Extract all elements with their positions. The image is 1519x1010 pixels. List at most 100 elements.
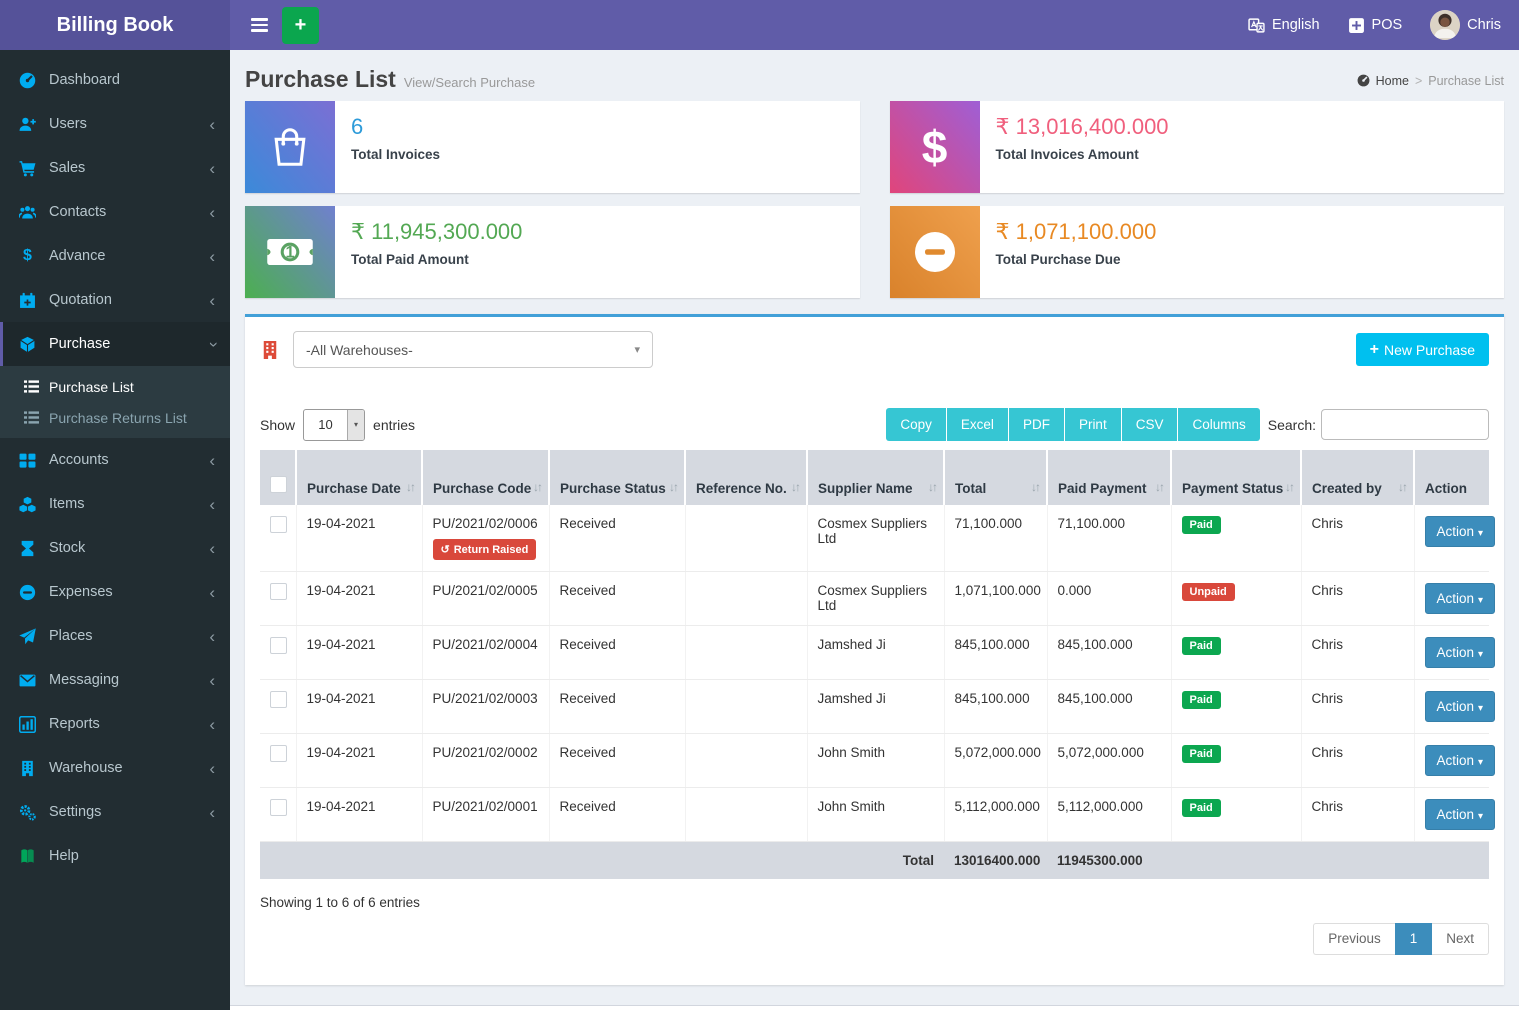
breadcrumb-home[interactable]: Home bbox=[1376, 74, 1409, 88]
sidebar-item-dashboard[interactable]: Dashboard bbox=[0, 58, 230, 102]
sidebar-item-label: Messaging bbox=[49, 672, 119, 688]
chevron-left-icon: ‹ bbox=[209, 584, 215, 601]
sidebar-item-expenses[interactable]: Expenses ‹ bbox=[0, 570, 230, 614]
language-label: English bbox=[1272, 17, 1320, 33]
col-paid-payment[interactable]: Paid Payment↓↑ bbox=[1047, 450, 1171, 505]
chevron-left-icon: ‹ bbox=[209, 804, 215, 821]
action-button[interactable]: Action▾ bbox=[1425, 691, 1496, 722]
action-button[interactable]: Action▾ bbox=[1425, 637, 1496, 668]
action-button[interactable]: Action▾ bbox=[1425, 799, 1496, 830]
columns-button[interactable]: Columns bbox=[1178, 408, 1259, 441]
chevron-left-icon: ‹ bbox=[209, 452, 215, 469]
search-input[interactable] bbox=[1321, 409, 1489, 440]
col-total[interactable]: Total↓↑ bbox=[944, 450, 1047, 505]
col-supplier-name[interactable]: Supplier Name↓↑ bbox=[807, 450, 944, 505]
select-all-checkbox[interactable] bbox=[270, 476, 287, 493]
quick-add-button[interactable]: + bbox=[282, 7, 319, 44]
avatar bbox=[1430, 10, 1460, 40]
cell-reference bbox=[685, 734, 807, 788]
action-button[interactable]: Action▾ bbox=[1425, 516, 1496, 547]
dollar-icon: $ bbox=[19, 247, 36, 265]
excel-button[interactable]: Excel bbox=[947, 408, 1009, 441]
pdf-button[interactable]: PDF bbox=[1009, 408, 1065, 441]
user-plus-icon bbox=[19, 116, 36, 133]
page-size-select[interactable]: 10 ▾ bbox=[303, 409, 365, 441]
sidebar-item-stock[interactable]: Stock ‹ bbox=[0, 526, 230, 570]
col-reference-no[interactable]: Reference No.↓↑ bbox=[685, 450, 807, 505]
previous-page-button[interactable]: Previous bbox=[1313, 923, 1395, 955]
cell-created-by: Chris bbox=[1301, 626, 1414, 680]
row-checkbox[interactable] bbox=[270, 583, 287, 600]
cell-status: Received bbox=[549, 734, 685, 788]
cell-date: 19-04-2021 bbox=[296, 734, 422, 788]
sidebar-item-users[interactable]: Users ‹ bbox=[0, 102, 230, 146]
col-created-by[interactable]: Created by↓↑ bbox=[1301, 450, 1414, 505]
row-checkbox[interactable] bbox=[270, 516, 287, 533]
page-number-button[interactable]: 1 bbox=[1395, 923, 1433, 955]
sidebar-item-accounts[interactable]: Accounts ‹ bbox=[0, 438, 230, 482]
gears-icon bbox=[19, 804, 36, 821]
print-button[interactable]: Print bbox=[1065, 408, 1122, 441]
chevron-down-icon: ‹ bbox=[204, 341, 221, 347]
purchase-submenu: Purchase List Purchase Returns List bbox=[0, 366, 230, 438]
content-header: Purchase List View/Search Purchase Home … bbox=[230, 50, 1519, 101]
col-purchase-date[interactable]: Purchase Date↓↑ bbox=[296, 450, 422, 505]
sort-icon: ↓↑ bbox=[1285, 480, 1293, 494]
sidebar-item-items[interactable]: Items ‹ bbox=[0, 482, 230, 526]
row-checkbox[interactable] bbox=[270, 637, 287, 654]
language-menu[interactable]: English bbox=[1248, 17, 1320, 34]
sidebar-item-sales[interactable]: Sales ‹ bbox=[0, 146, 230, 190]
sidebar-item-purchase[interactable]: Purchase ‹ bbox=[0, 322, 230, 366]
stat-label: Total Invoices bbox=[351, 147, 440, 162]
footer-paid-sum: 11945300.000 bbox=[1047, 842, 1171, 879]
action-button[interactable]: Action▾ bbox=[1425, 583, 1496, 614]
col-payment-status[interactable]: Payment Status↓↑ bbox=[1171, 450, 1301, 505]
row-checkbox[interactable] bbox=[270, 799, 287, 816]
sidebar-item-help[interactable]: Help bbox=[0, 834, 230, 878]
table-row: 19-04-2021 PU/2021/02/0005 Received Cosm… bbox=[260, 572, 1489, 626]
sidebar-item-settings[interactable]: Settings ‹ bbox=[0, 790, 230, 834]
warehouse-icon bbox=[260, 340, 280, 360]
sidebar-item-label: Purchase bbox=[49, 336, 110, 352]
user-menu[interactable]: Chris bbox=[1430, 10, 1501, 40]
stat-cards: 6 Total Invoices $ ₹ 13,016,400.000 Tota… bbox=[230, 101, 1519, 298]
col-purchase-code[interactable]: Purchase Code↓↑ bbox=[422, 450, 549, 505]
sidebar-item-places[interactable]: Places ‹ bbox=[0, 614, 230, 658]
sidebar-toggle-icon[interactable] bbox=[242, 0, 276, 50]
table-summary: Showing 1 to 6 of 6 entries bbox=[260, 895, 1489, 910]
action-button[interactable]: Action▾ bbox=[1425, 745, 1496, 776]
cell-date: 19-04-2021 bbox=[296, 788, 422, 842]
money-bill-icon: 1 bbox=[245, 206, 335, 298]
stat-value: 6 bbox=[351, 114, 440, 140]
sidebar-item-purchase-list[interactable]: Purchase List bbox=[0, 371, 230, 402]
row-checkbox[interactable] bbox=[270, 691, 287, 708]
sidebar-item-contacts[interactable]: Contacts ‹ bbox=[0, 190, 230, 234]
sidebar-item-quotation[interactable]: Quotation ‹ bbox=[0, 278, 230, 322]
footer-total-label: Total bbox=[807, 842, 944, 879]
sidebar-item-purchase-returns-list[interactable]: Purchase Returns List bbox=[0, 402, 230, 433]
copy-button[interactable]: Copy bbox=[886, 408, 947, 441]
sidebar-item-messaging[interactable]: Messaging ‹ bbox=[0, 658, 230, 702]
next-page-button[interactable]: Next bbox=[1432, 923, 1489, 955]
brand-logo[interactable]: Billing Book bbox=[0, 0, 230, 50]
main-content: Purchase List View/Search Purchase Home … bbox=[230, 50, 1519, 1010]
sub-item-label: Purchase List bbox=[49, 379, 134, 395]
row-checkbox[interactable] bbox=[270, 745, 287, 762]
cell-status: Received bbox=[549, 626, 685, 680]
cell-total: 71,100.000 bbox=[944, 505, 1047, 572]
stat-card-total-invoices: 6 Total Invoices bbox=[245, 101, 860, 193]
sidebar-item-label: Advance bbox=[49, 248, 105, 264]
csv-button[interactable]: CSV bbox=[1122, 408, 1179, 441]
pos-menu[interactable]: POS bbox=[1348, 17, 1403, 34]
return-raised-badge[interactable]: ↺Return Raised bbox=[433, 539, 537, 560]
cell-reference bbox=[685, 505, 807, 572]
warehouse-filter-select[interactable]: -All Warehouses- ▾ bbox=[293, 331, 653, 368]
new-purchase-button[interactable]: + New Purchase bbox=[1356, 333, 1489, 366]
sidebar-item-reports[interactable]: Reports ‹ bbox=[0, 702, 230, 746]
sidebar-item-advance[interactable]: $ Advance ‹ bbox=[0, 234, 230, 278]
sidebar-item-warehouse[interactable]: Warehouse ‹ bbox=[0, 746, 230, 790]
chevron-left-icon: ‹ bbox=[209, 716, 215, 733]
chevron-left-icon: ‹ bbox=[209, 292, 215, 309]
col-purchase-status[interactable]: Purchase Status↓↑ bbox=[549, 450, 685, 505]
cell-status: Received bbox=[549, 680, 685, 734]
